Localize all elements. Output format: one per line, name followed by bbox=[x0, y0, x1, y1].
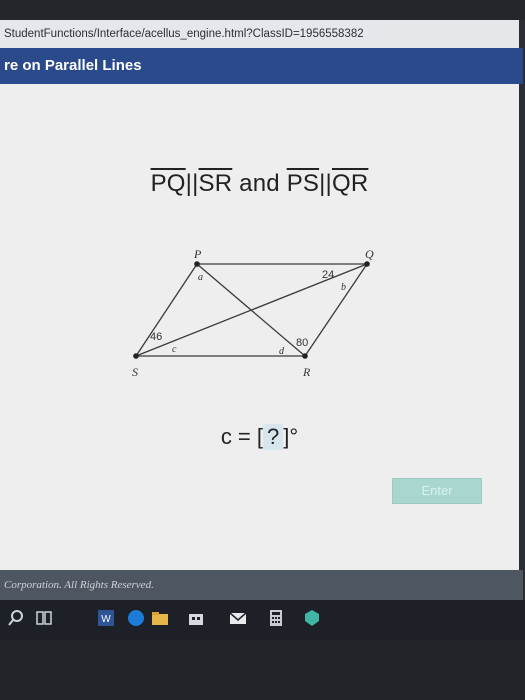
task-view-icon[interactable] bbox=[34, 608, 54, 628]
vertex-r-dot bbox=[302, 353, 308, 359]
svg-text:W: W bbox=[101, 614, 111, 625]
store-icon[interactable] bbox=[186, 608, 206, 628]
word-icon[interactable]: W bbox=[96, 608, 116, 628]
vertex-q-dot bbox=[364, 261, 370, 267]
angle-c-label: c bbox=[172, 344, 177, 355]
vertex-r-label: R bbox=[302, 365, 311, 379]
lesson-title: re on Parallel Lines bbox=[4, 57, 142, 74]
copyright-text: Corporation. All Rights Reserved. bbox=[4, 579, 154, 591]
angle-46-label: 46 bbox=[150, 331, 162, 343]
vertex-p-dot bbox=[194, 261, 200, 267]
angle-24-label: 24 bbox=[322, 269, 334, 281]
problem-area: PQ||SR and PS||QR P Q R S a b c d 24 46 … bbox=[0, 84, 519, 570]
vertex-q-label: Q bbox=[365, 247, 374, 261]
taskbar: W bbox=[0, 600, 525, 640]
angle-80-label: 80 bbox=[296, 337, 308, 349]
question-suffix: ]° bbox=[283, 424, 299, 449]
lesson-title-bar: re on Parallel Lines bbox=[0, 48, 523, 84]
vertex-s-dot bbox=[133, 353, 139, 359]
vertex-p-label: P bbox=[193, 247, 202, 261]
answer-input[interactable]: ? bbox=[263, 424, 284, 450]
url-text: StudentFunctions/Interface/acellus_engin… bbox=[4, 28, 364, 40]
address-bar[interactable]: StudentFunctions/Interface/acellus_engin… bbox=[0, 20, 519, 48]
angle-b-label: b bbox=[341, 282, 346, 293]
search-icon[interactable] bbox=[6, 608, 26, 628]
file-explorer-icon[interactable] bbox=[150, 608, 170, 628]
monitor-bezel-bottom bbox=[0, 640, 525, 700]
question-line: c = [ ? ]° bbox=[0, 424, 519, 450]
enter-button[interactable]: Enter bbox=[392, 478, 482, 504]
security-icon[interactable] bbox=[302, 608, 322, 628]
edge-icon[interactable] bbox=[126, 608, 146, 628]
side-sp bbox=[135, 263, 198, 357]
vertex-s-label: S bbox=[132, 365, 138, 379]
question-prefix: c = [ bbox=[220, 424, 263, 449]
calculator-icon[interactable] bbox=[266, 608, 286, 628]
footer: Corporation. All Rights Reserved. bbox=[0, 570, 523, 600]
angle-a-label: a bbox=[198, 272, 203, 283]
side-qr bbox=[304, 263, 368, 357]
monitor-bezel-top bbox=[0, 0, 525, 20]
mail-icon[interactable] bbox=[228, 608, 248, 628]
